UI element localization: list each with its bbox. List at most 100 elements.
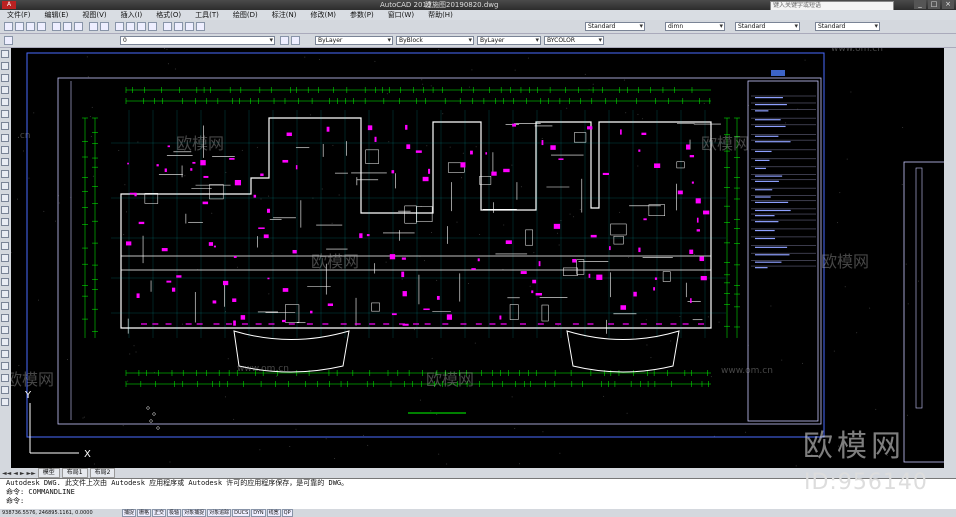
mirror-icon[interactable] — [1, 302, 9, 310]
layer-manager-icon[interactable] — [4, 36, 13, 45]
zoom-icon[interactable] — [126, 22, 135, 31]
erase-icon[interactable] — [1, 278, 9, 286]
grid-dot — [527, 57, 529, 59]
table-icon[interactable] — [1, 254, 9, 262]
dim-style-select[interactable]: dimn — [665, 22, 725, 31]
copy-object-icon[interactable] — [1, 290, 9, 298]
rectangle-icon[interactable] — [1, 98, 9, 106]
make-block-icon[interactable] — [1, 194, 9, 202]
grid-toggle[interactable]: 栅格 — [137, 509, 152, 517]
otrack-toggle[interactable]: 对象追踪 — [207, 509, 232, 517]
color-select[interactable]: ByLayer — [315, 36, 393, 45]
layer-previous-icon[interactable] — [291, 36, 300, 45]
right-scroll-panel[interactable] — [944, 48, 956, 468]
array-icon[interactable] — [1, 326, 9, 334]
menu-window[interactable]: 窗口(W) — [381, 10, 421, 20]
ellipse-arc-icon[interactable] — [1, 170, 9, 178]
table-style-select[interactable]: Standard — [735, 22, 800, 31]
autocad-logo-icon[interactable]: A — [2, 1, 16, 9]
plotstyle-select[interactable]: BYCOLOR — [544, 36, 604, 45]
move-icon[interactable] — [1, 338, 9, 346]
minimize-button[interactable]: _ — [914, 0, 926, 9]
menu-edit[interactable]: 编辑(E) — [38, 10, 76, 20]
open-file-icon[interactable] — [15, 22, 24, 31]
lineweight-toggle[interactable]: 线宽 — [266, 509, 281, 517]
room-fixture — [509, 304, 519, 320]
extend-icon[interactable] — [1, 398, 9, 406]
menu-parametric[interactable]: 参数(P) — [343, 10, 381, 20]
tab-first-icon[interactable]: ◄◄ — [2, 470, 11, 477]
redo-icon[interactable] — [100, 22, 109, 31]
zoom-previous-icon[interactable] — [148, 22, 157, 31]
polar-toggle[interactable]: 极轴 — [167, 509, 182, 517]
pan-icon[interactable] — [115, 22, 124, 31]
stretch-icon[interactable] — [1, 374, 9, 382]
copy-icon[interactable] — [63, 22, 72, 31]
dyn-toggle[interactable]: DYN — [251, 509, 266, 517]
cut-icon[interactable] — [52, 22, 61, 31]
ellipse-icon[interactable] — [1, 158, 9, 166]
help-icon[interactable] — [196, 22, 205, 31]
tab-model[interactable]: 模型 — [37, 468, 60, 478]
menu-dimension[interactable]: 标注(N) — [265, 10, 304, 20]
mtext-icon[interactable] — [1, 266, 9, 274]
design-center-icon[interactable] — [174, 22, 183, 31]
gradient-icon[interactable] — [1, 230, 9, 238]
revision-cloud-icon[interactable] — [1, 134, 9, 142]
menu-format[interactable]: 格式(O) — [149, 10, 188, 20]
menu-draw[interactable]: 绘图(D) — [226, 10, 265, 20]
close-button[interactable]: × — [942, 0, 954, 9]
insert-block-icon[interactable] — [1, 182, 9, 190]
line-icon[interactable] — [1, 50, 9, 58]
menu-file[interactable]: 文件(F) — [0, 10, 38, 20]
door-mark — [677, 190, 683, 195]
multileader-style-select[interactable]: Standard — [815, 22, 880, 31]
door-mark — [167, 145, 171, 148]
grid-dot — [419, 399, 421, 401]
text-style-select[interactable]: Standard — [585, 22, 645, 31]
polygon-icon[interactable] — [1, 86, 9, 94]
rotate-icon[interactable] — [1, 350, 9, 358]
hatch-icon[interactable] — [1, 218, 9, 226]
menu-insert[interactable]: 插入(I) — [114, 10, 150, 20]
spline-icon[interactable] — [1, 146, 9, 154]
paste-icon[interactable] — [74, 22, 83, 31]
save-icon[interactable] — [26, 22, 35, 31]
tab-prev-icon[interactable]: ◄ — [13, 470, 18, 477]
menu-help[interactable]: 帮助(H) — [421, 10, 460, 20]
trim-icon[interactable] — [1, 386, 9, 394]
undo-icon[interactable] — [89, 22, 98, 31]
drawing-canvas[interactable]: X Y 欧模网 欧模网 欧模网 欧模网 欧模网 欧模网 www.om.cn ww… — [11, 48, 944, 468]
scale-icon[interactable] — [1, 362, 9, 370]
menu-view[interactable]: 视图(V) — [75, 10, 113, 20]
snap-toggle[interactable]: 捕捉 — [122, 509, 137, 517]
print-icon[interactable] — [37, 22, 46, 31]
lineweight-select[interactable]: ByLayer — [477, 36, 541, 45]
layer-select[interactable]: 0 — [120, 36, 275, 45]
properties-icon[interactable] — [163, 22, 172, 31]
tab-layout2[interactable]: 布局2 — [89, 468, 116, 478]
ortho-toggle[interactable]: 正交 — [152, 509, 167, 517]
tool-palettes-icon[interactable] — [185, 22, 194, 31]
tab-next-icon[interactable]: ► — [20, 470, 25, 477]
osnap-toggle[interactable]: 对象捕捉 — [182, 509, 207, 517]
polyline-icon[interactable] — [1, 74, 9, 82]
menu-tools[interactable]: 工具(T) — [188, 10, 226, 20]
zoom-window-icon[interactable] — [137, 22, 146, 31]
maximize-button[interactable]: □ — [928, 0, 940, 9]
offset-icon[interactable] — [1, 314, 9, 322]
quick-properties-toggle[interactable]: QP — [281, 509, 293, 517]
ducs-toggle[interactable]: DUCS — [232, 509, 251, 517]
new-file-icon[interactable] — [4, 22, 13, 31]
tab-last-icon[interactable]: ►► — [26, 470, 35, 477]
command-prompt[interactable]: 命令: — [0, 497, 956, 506]
make-current-icon[interactable] — [280, 36, 289, 45]
linetype-select[interactable]: ByBlock — [396, 36, 474, 45]
tab-layout1[interactable]: 布局1 — [61, 468, 88, 478]
circle-icon[interactable] — [1, 122, 9, 130]
point-icon[interactable] — [1, 206, 9, 214]
menu-modify[interactable]: 修改(M) — [303, 10, 343, 20]
arc-icon[interactable] — [1, 110, 9, 118]
construction-line-icon[interactable] — [1, 62, 9, 70]
region-icon[interactable] — [1, 242, 9, 250]
